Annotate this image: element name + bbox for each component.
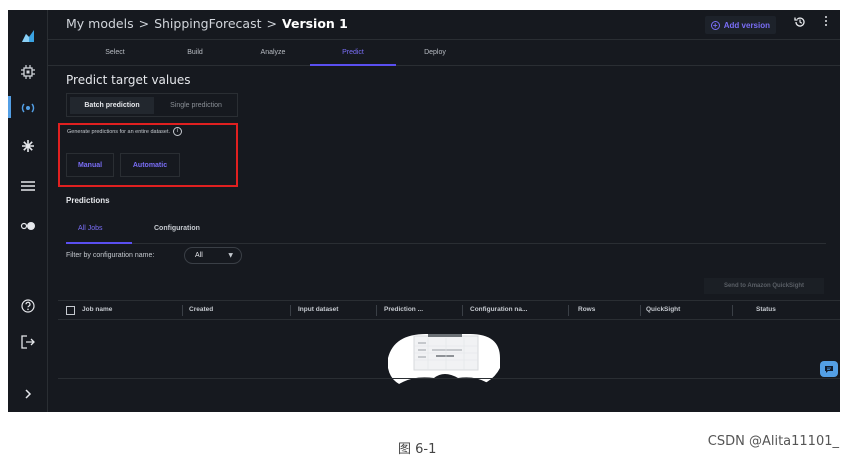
col-input-dataset[interactable]: Input dataset bbox=[298, 306, 338, 313]
page-title: Predict target values bbox=[66, 73, 191, 87]
empty-state-illustration bbox=[384, 328, 504, 394]
toggle-icon[interactable] bbox=[8, 214, 48, 238]
tab-configuration[interactable]: Configuration bbox=[154, 225, 200, 232]
logout-icon[interactable] bbox=[8, 330, 48, 354]
table-bottom-border bbox=[58, 378, 840, 379]
column-divider bbox=[568, 305, 569, 316]
workflow-tabs: Select Build Analyze Predict Deploy bbox=[48, 40, 840, 66]
active-tab-indicator bbox=[310, 64, 396, 66]
column-divider bbox=[376, 305, 377, 316]
col-configuration-name[interactable]: Configuration na... bbox=[470, 306, 527, 313]
history-icon[interactable] bbox=[794, 16, 806, 31]
col-created[interactable]: Created bbox=[189, 306, 213, 313]
generate-text: Generate predictions for an entire datas… bbox=[67, 128, 171, 135]
add-version-button[interactable]: + Add version bbox=[704, 16, 776, 34]
send-to-quicksight-button[interactable]: Send to Amazon QuickSight bbox=[704, 278, 824, 294]
info-icon[interactable]: i bbox=[173, 127, 183, 136]
automatic-button[interactable]: Automatic bbox=[120, 153, 180, 177]
col-job-name[interactable]: Job name bbox=[82, 306, 112, 313]
tab-single-prediction[interactable]: Single prediction bbox=[155, 97, 237, 114]
ml-ops-icon[interactable] bbox=[8, 134, 48, 158]
filter-label: Filter by configuration name: bbox=[66, 252, 155, 259]
generate-description: Generate predictions for an entire datas… bbox=[67, 127, 183, 136]
tab-analyze[interactable]: Analyze bbox=[238, 49, 308, 56]
tab-batch-prediction[interactable]: Batch prediction bbox=[70, 97, 154, 114]
breadcrumb-separator: > bbox=[138, 16, 150, 31]
watermark: CSDN @Alita11101_ bbox=[707, 434, 839, 449]
expand-icon[interactable] bbox=[8, 382, 48, 406]
tab-build[interactable]: Build bbox=[160, 49, 230, 56]
tab-select[interactable]: Select bbox=[80, 49, 150, 56]
breadcrumb-separator: > bbox=[266, 16, 277, 31]
prediction-type-tabs: Batch prediction Single prediction bbox=[66, 93, 238, 117]
sidebar bbox=[8, 10, 48, 412]
tab-predict[interactable]: Predict bbox=[318, 49, 388, 56]
add-version-label: Add version bbox=[723, 20, 770, 30]
canvas-app-window: My models > ShippingForecast > Version 1 + A… bbox=[8, 10, 840, 412]
breadcrumb-current-version: Version 1 bbox=[281, 16, 348, 31]
top-header: My models > ShippingForecast > Version 1 + A… bbox=[48, 10, 840, 40]
more-icon[interactable] bbox=[824, 15, 828, 30]
chip-icon[interactable] bbox=[8, 60, 48, 84]
help-icon[interactable] bbox=[8, 294, 48, 318]
ready-to-use-models-icon[interactable] bbox=[8, 96, 48, 120]
plus-icon: + bbox=[710, 20, 720, 30]
manual-button[interactable]: Manual bbox=[66, 153, 114, 177]
filter-value: All bbox=[195, 252, 203, 259]
col-prediction[interactable]: Prediction ... bbox=[384, 306, 423, 313]
breadcrumb: My models > ShippingForecast > Version 1 bbox=[66, 16, 348, 31]
predictions-heading: Predictions bbox=[66, 196, 110, 205]
chat-icon[interactable] bbox=[820, 361, 838, 377]
active-job-tab-indicator bbox=[66, 242, 132, 244]
tab-all-jobs[interactable]: All Jobs bbox=[78, 225, 103, 232]
breadcrumb-my-models[interactable]: My models bbox=[66, 16, 134, 31]
column-divider bbox=[462, 305, 463, 316]
col-status[interactable]: Status bbox=[756, 306, 776, 313]
col-rows[interactable]: Rows bbox=[578, 306, 595, 313]
configuration-filter-select[interactable]: All ▼ bbox=[184, 247, 242, 264]
column-divider bbox=[182, 305, 183, 316]
chevron-down-icon: ▼ bbox=[228, 252, 233, 259]
column-divider bbox=[732, 305, 733, 316]
col-quicksight[interactable]: QuickSight bbox=[646, 306, 680, 313]
canvas-logo-icon[interactable] bbox=[8, 24, 48, 48]
tab-deploy[interactable]: Deploy bbox=[400, 49, 470, 56]
divider bbox=[66, 243, 826, 244]
select-all-checkbox[interactable] bbox=[66, 306, 75, 315]
datasets-icon[interactable] bbox=[8, 174, 48, 198]
column-divider bbox=[640, 305, 641, 316]
jobs-table-header: Job name Created Input dataset Predictio… bbox=[58, 300, 840, 320]
breadcrumb-model[interactable]: ShippingForecast bbox=[154, 16, 261, 31]
column-divider bbox=[290, 305, 291, 316]
figure-caption: 图 6-1 bbox=[398, 442, 437, 457]
